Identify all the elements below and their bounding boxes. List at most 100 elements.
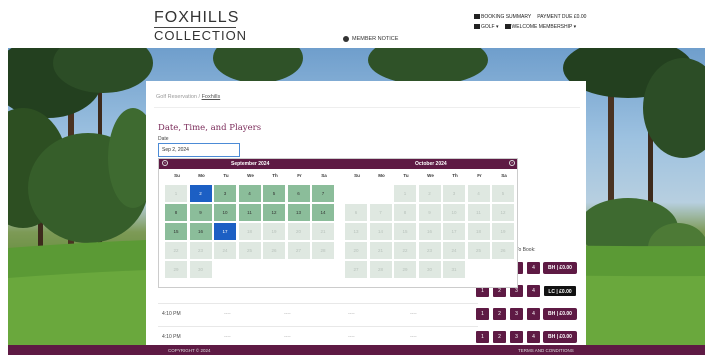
- calendar-day[interactable]: 2: [189, 185, 212, 202]
- calendar-day: 4: [467, 185, 490, 202]
- calendar-day: 5: [492, 185, 514, 202]
- player-count-button[interactable]: 4: [527, 308, 540, 320]
- welcome-menu[interactable]: WELCOME MEMBERSHIP ▾: [504, 22, 577, 32]
- empty-slot: ----: [224, 311, 231, 317]
- player-count-button[interactable]: 1: [476, 308, 489, 320]
- breadcrumb-current[interactable]: Foxhills: [202, 94, 221, 100]
- weekday-label: Tu: [223, 173, 229, 178]
- booking-summary-label: BOOKING SUMMARY: [481, 14, 532, 20]
- calendar-day[interactable]: 15: [165, 223, 187, 240]
- calendar-day: 18: [467, 223, 490, 240]
- calendar-day: 16: [418, 223, 441, 240]
- breadcrumb-divider: [154, 107, 580, 108]
- weekday-label: Th: [272, 173, 278, 178]
- player-count-button[interactable]: 4: [527, 262, 540, 274]
- weekday-label: Fr: [477, 173, 482, 178]
- calendar-day: 13: [345, 223, 367, 240]
- to-book-label: To Book:: [516, 247, 536, 253]
- logo-line1: FOXHILLS: [154, 9, 240, 26]
- calendar-day[interactable]: 8: [165, 204, 187, 221]
- calendar-day: 27: [287, 242, 310, 259]
- calendar-day: 19: [263, 223, 285, 240]
- player-count-button[interactable]: 3: [510, 308, 523, 320]
- calendar-day: 29: [394, 261, 416, 278]
- player-count-button[interactable]: 3: [510, 331, 523, 343]
- welcome-menu-label: WELCOME MEMBERSHIP ▾: [511, 24, 577, 30]
- calendar-day: 21: [312, 223, 334, 240]
- user-icon: [504, 24, 511, 30]
- month-title-2: October 2024: [415, 161, 447, 167]
- calendar-day: 24: [443, 242, 465, 259]
- calendar-day[interactable]: 13: [287, 204, 310, 221]
- section-title: Date, Time, and Players: [158, 123, 262, 133]
- calendar-day: 28: [312, 242, 334, 259]
- empty-slot: ----: [224, 334, 231, 340]
- weekday-label: Sa: [321, 173, 327, 178]
- terms-link[interactable]: TERMS AND CONDITIONS: [518, 348, 574, 353]
- calendar-day[interactable]: 9: [189, 204, 212, 221]
- calendar-day: 26: [263, 242, 285, 259]
- flag-icon: [474, 24, 480, 30]
- empty-slot: ----: [348, 311, 355, 317]
- calendar-day: 8: [394, 204, 416, 221]
- calendar-day[interactable]: 11: [238, 204, 261, 221]
- booking-summary-link[interactable]: BOOKING SUMMARY: [474, 12, 531, 22]
- site-header: FOXHILLS COLLECTION MEMBER NOTICE BOOKIN…: [0, 0, 705, 48]
- calendar-day: 30: [189, 261, 212, 278]
- next-month-button[interactable]: ›: [509, 160, 515, 166]
- date-label: Date: [158, 136, 169, 142]
- calendar-day: 20: [287, 223, 310, 240]
- calendar-day: 10: [443, 204, 465, 221]
- book-price-button[interactable]: BH | £0.00: [543, 308, 577, 320]
- breadcrumb-parent[interactable]: Golf Reservation: [156, 94, 197, 100]
- calendar-day: 15: [394, 223, 416, 240]
- calendar-day[interactable]: 4: [238, 185, 261, 202]
- weekday-label: Mo: [378, 173, 385, 178]
- golf-menu[interactable]: GOLF ▾: [474, 22, 499, 32]
- date-input[interactable]: [158, 143, 240, 157]
- weekday-label: Sa: [501, 173, 507, 178]
- calendar-day[interactable]: 5: [263, 185, 285, 202]
- player-count-button[interactable]: 2: [493, 331, 506, 343]
- calendar-day[interactable]: 14: [312, 204, 334, 221]
- row-divider: [158, 326, 478, 327]
- golf-menu-label: GOLF ▾: [481, 24, 499, 30]
- empty-slot: ----: [284, 334, 291, 340]
- calendar-day: 28: [369, 261, 392, 278]
- book-price-button[interactable]: BH | £0.00: [543, 262, 577, 274]
- prev-month-button[interactable]: ‹: [162, 160, 168, 166]
- copyright-text: COPYRIGHT © 2024: [168, 348, 211, 353]
- calendar-day: 18: [238, 223, 261, 240]
- player-count-button[interactable]: 2: [493, 308, 506, 320]
- calendar-day: 1: [165, 185, 187, 202]
- player-count-button[interactable]: 1: [476, 331, 489, 343]
- calendar-day[interactable]: 16: [189, 223, 212, 240]
- empty-slot: ----: [410, 311, 417, 317]
- empty-slot: ----: [284, 311, 291, 317]
- calendar-day[interactable]: 10: [214, 204, 236, 221]
- tee-time-label: 4:10 PM: [162, 334, 181, 340]
- calendar-day: 23: [418, 242, 441, 259]
- info-icon: [343, 36, 349, 42]
- calendar-day: 22: [165, 242, 187, 259]
- row-divider: [158, 303, 478, 304]
- member-notice-link[interactable]: MEMBER NOTICE: [343, 36, 398, 42]
- foxhills-logo[interactable]: FOXHILLS COLLECTION: [154, 9, 246, 43]
- calendar-day[interactable]: 6: [287, 185, 310, 202]
- calendar-day[interactable]: 3: [214, 185, 236, 202]
- calendar-day: 30: [418, 261, 441, 278]
- empty-slot: ----: [410, 334, 417, 340]
- weekday-label: Tu: [403, 173, 409, 178]
- book-price-button[interactable]: BH | £0.00: [543, 331, 577, 343]
- calendar-day: 21: [369, 242, 392, 259]
- player-count-button[interactable]: 4: [527, 285, 540, 297]
- calendar-day: 12: [492, 204, 514, 221]
- month-title-1: September 2024: [231, 161, 270, 167]
- player-count-button[interactable]: 4: [527, 331, 540, 343]
- calendar-day[interactable]: 7: [312, 185, 334, 202]
- calendar-day: 24: [214, 242, 236, 259]
- calendar-day[interactable]: 12: [263, 204, 285, 221]
- book-price-button[interactable]: LC | £0.00: [543, 285, 577, 297]
- weekday-label: Th: [452, 173, 458, 178]
- calendar-day[interactable]: 17: [214, 223, 236, 240]
